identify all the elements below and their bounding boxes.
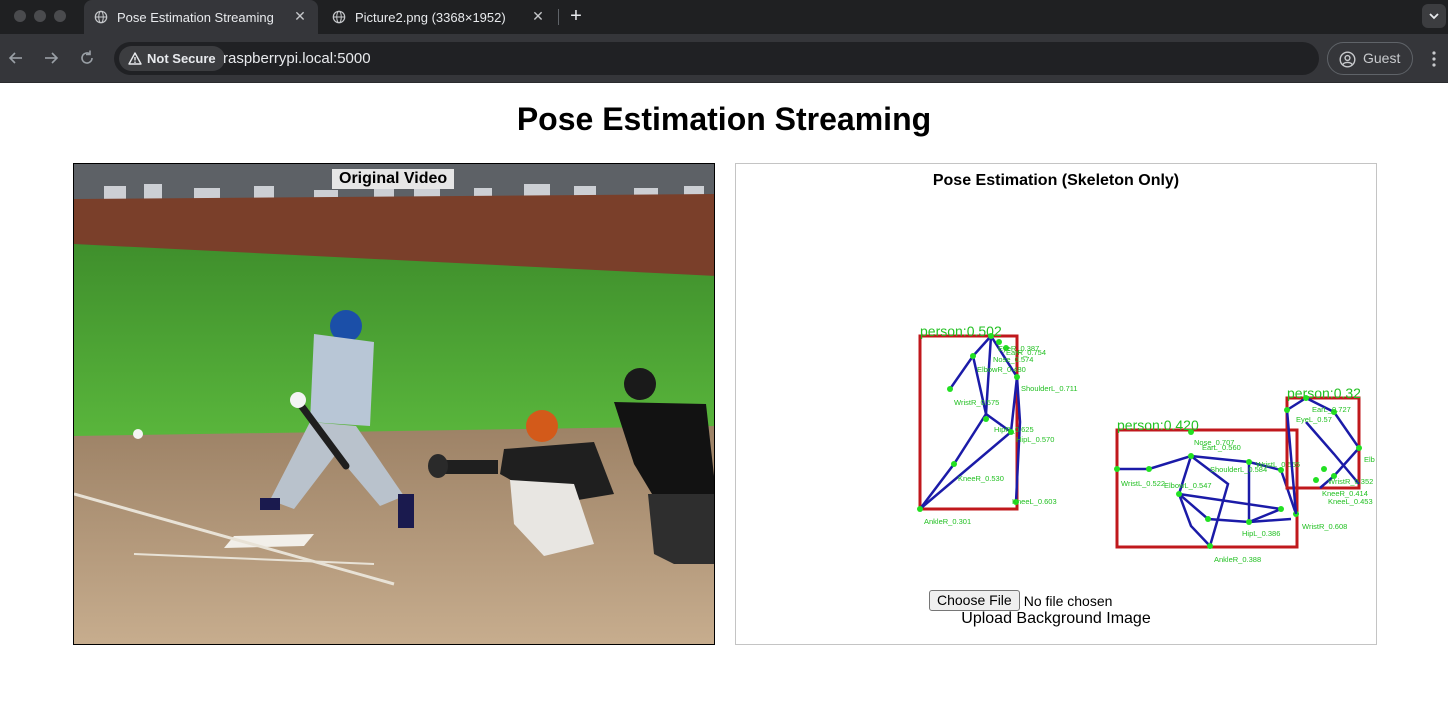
page-title: Pose Estimation Streaming (516, 101, 932, 137)
tab-search-button[interactable] (1422, 4, 1446, 28)
original-video-panel: Original Video (73, 163, 715, 645)
address-bar[interactable]: Not Secure raspberrypi.local:5000 (114, 42, 1319, 75)
keypoint-label: WristL_0.555 (1256, 460, 1300, 469)
upload-background-label: Upload Background Image (961, 610, 1151, 627)
profile-button[interactable]: Guest (1327, 42, 1413, 75)
keypoint-label: WristR_0.575 (954, 398, 999, 407)
keypoint-label: Elb (1364, 455, 1375, 464)
warning-triangle-icon (128, 52, 142, 65)
new-tab-button[interactable]: + (566, 6, 586, 26)
keypoint-label: KneeR_0.530 (958, 474, 1004, 483)
window-minimize-dot[interactable] (34, 10, 46, 22)
profile-label: Guest (1363, 50, 1401, 66)
keypoint-label: WristR_0.352 (1328, 477, 1373, 486)
tab-divider (558, 9, 559, 25)
back-arrow-icon[interactable] (6, 48, 26, 68)
detection-person-2: person:0.420 Nose_0.707 EarL_0.560 Shoul… (1114, 417, 1347, 564)
baseball-video-frame (74, 164, 714, 644)
window-zoom-dot[interactable] (54, 10, 66, 22)
keypoint-label: HipR_0.625 (994, 425, 1034, 434)
more-vert-icon[interactable] (1426, 50, 1442, 68)
security-chip-label: Not Secure (147, 51, 216, 66)
chevron-down-icon (1429, 13, 1439, 20)
keypoint-label: EarL_0.727 (1312, 405, 1351, 414)
close-tab-icon[interactable]: ✕ (530, 8, 546, 24)
browser-toolbar: Not Secure raspberrypi.local:5000 Guest (0, 34, 1448, 83)
globe-icon (332, 10, 346, 24)
file-status: No file chosen (1023, 592, 1113, 609)
keypoint-label: ElbowR_0.480 (977, 365, 1026, 374)
pose-skeleton-canvas: person:0.502 EyeR_0.387 EarR_0.754 Nose_… (917, 323, 1375, 564)
keypoint-label: EarL_0.560 (1202, 443, 1241, 452)
url-text[interactable]: raspberrypi.local:5000 (223, 42, 371, 75)
tab-strip: Pose Estimation Streaming ✕ Picture2.png… (0, 0, 1448, 34)
globe-icon (94, 10, 108, 24)
keypoint-label: AnkleR_0.301 (924, 517, 971, 526)
keypoint-label: AnkleR_0.388 (1214, 555, 1261, 564)
keypoint-label: Nose_0.574 (993, 355, 1033, 364)
tab-title: Picture2.png (3368×1952) (355, 9, 506, 25)
close-tab-icon[interactable]: ✕ (292, 8, 308, 24)
detection-label: person:0.420 (1117, 417, 1199, 433)
tab-title: Pose Estimation Streaming (117, 9, 274, 25)
keypoint-label: WristR_0.608 (1302, 522, 1347, 531)
choose-file-button[interactable]: Choose File (929, 590, 1020, 611)
keypoint-label: ShoulderL_0.711 (1021, 384, 1078, 393)
keypoint-label: ElbowL_0.547 (1164, 481, 1212, 490)
forward-arrow-icon[interactable] (41, 48, 61, 68)
keypoint-label: HipL_0.570 (1016, 435, 1054, 444)
window-close-dot[interactable] (14, 10, 26, 22)
keypoint-label: EyeL_0.57 (1296, 415, 1332, 424)
skeleton-panel: Pose Estimation (Skeleton Only) person:0… (735, 163, 1377, 645)
reload-icon[interactable] (77, 48, 97, 68)
keypoint-label: KneeL_0.603 (1012, 497, 1057, 506)
original-video-label: Original Video (332, 169, 455, 189)
tab-picture2[interactable]: Picture2.png (3368×1952) ✕ (322, 0, 556, 34)
tab-pose-estimation[interactable]: Pose Estimation Streaming ✕ (84, 0, 318, 34)
keypoint-label: WristL_0.522 (1121, 479, 1165, 488)
file-input[interactable]: Choose File No file chosen (929, 590, 1112, 611)
detection-label: person:0.32 (1287, 385, 1361, 401)
detection-person-1: person:0.502 EyeR_0.387 EarR_0.754 Nose_… (917, 323, 1078, 526)
keypoint-label: KneeL_0.453 (1328, 497, 1373, 506)
security-chip[interactable]: Not Secure (119, 46, 225, 71)
profile-icon (1339, 51, 1356, 68)
keypoint-label: HipL_0.386 (1242, 529, 1280, 538)
